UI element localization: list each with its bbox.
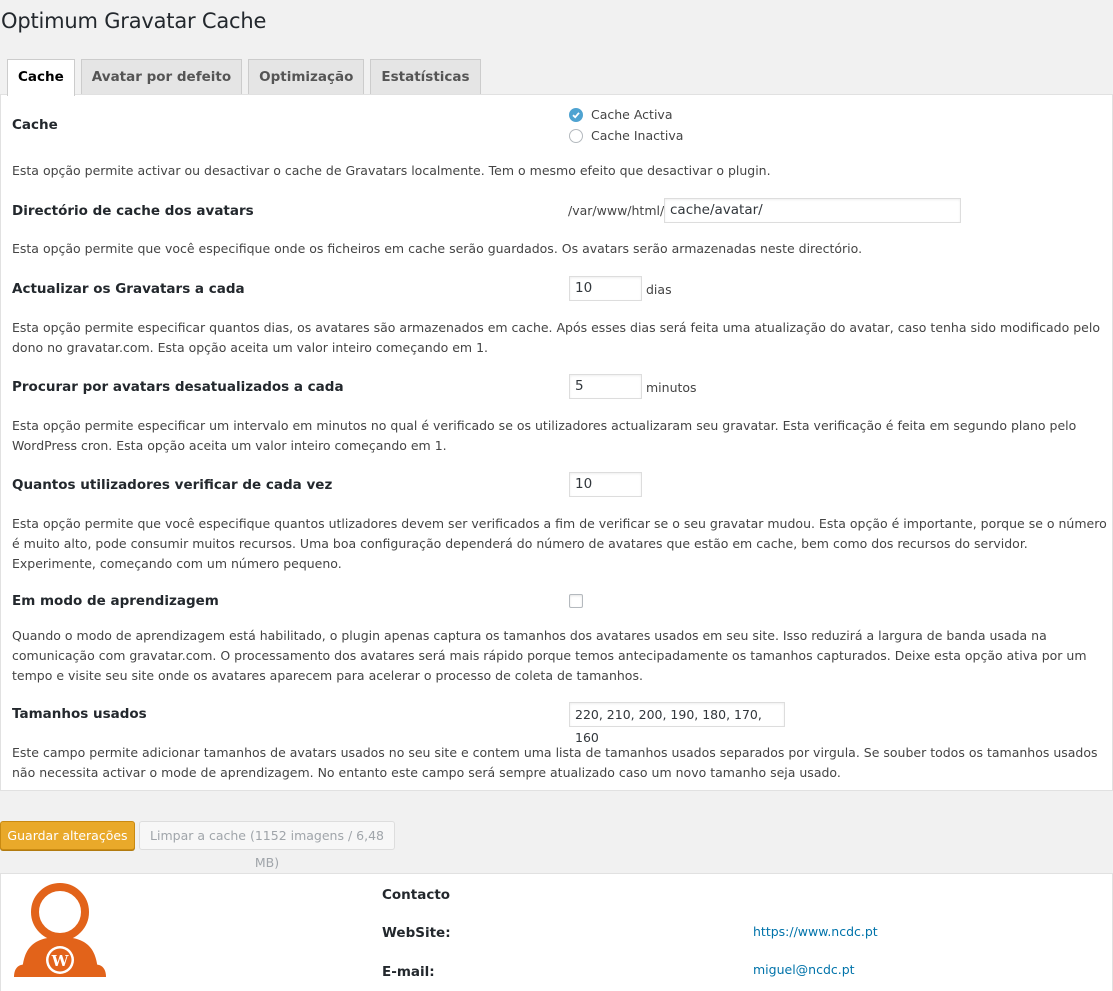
learning-mode-checkbox[interactable] bbox=[569, 594, 583, 608]
directory-description: Esta opção permite que você especifique … bbox=[12, 241, 863, 256]
clear-cache-button[interactable]: Limpar a cache (1152 imagens / 6,48 MB) bbox=[139, 821, 395, 870]
cache-active-label: Cache Activa bbox=[591, 107, 673, 122]
checkmark-icon bbox=[572, 111, 580, 118]
settings-panel: Cache Cache Activa Cache Inactiva Esta o… bbox=[0, 94, 1113, 791]
sizes-used-label: Tamanhos usados bbox=[12, 706, 147, 722]
cache-active-option[interactable]: Cache Activa bbox=[569, 107, 672, 122]
cache-label: Cache bbox=[12, 117, 58, 133]
check-interval-input[interactable]: 5 bbox=[569, 374, 642, 399]
contact-footer: W Contacto WebSite: https://www.ncdc.pt … bbox=[0, 873, 1113, 991]
email-label: E-mail: bbox=[382, 964, 435, 980]
cache-active-radio[interactable] bbox=[569, 107, 583, 122]
users-per-check-label: Quantos utilizadores verificar de cada v… bbox=[12, 477, 333, 493]
directory-input[interactable]: cache/avatar/ bbox=[664, 198, 961, 223]
cache-inactive-label: Cache Inactiva bbox=[591, 128, 684, 143]
svg-text:W: W bbox=[51, 952, 70, 970]
tab-bar: Cache Avatar por defeito Optimização Est… bbox=[7, 59, 487, 96]
users-per-check-description: Esta opção permite que você especifique … bbox=[12, 516, 1107, 571]
tab-avatar-default[interactable]: Avatar por defeito bbox=[80, 59, 243, 95]
check-interval-unit: minutos bbox=[646, 380, 697, 395]
cache-inactive-radio[interactable] bbox=[569, 128, 583, 143]
learning-mode-description: Quando o modo de aprendizagem está habil… bbox=[12, 628, 1087, 683]
update-interval-label: Actualizar os Gravatars a cada bbox=[12, 281, 245, 297]
check-interval-description: Esta opção permite especificar um interv… bbox=[12, 418, 1077, 453]
directory-label: Directório de cache dos avatars bbox=[12, 203, 254, 219]
users-per-check-input[interactable]: 10 bbox=[569, 472, 642, 497]
tab-cache[interactable]: Cache bbox=[7, 59, 75, 96]
sizes-used-description: Este campo permite adicionar tamanhos de… bbox=[12, 745, 1098, 780]
update-interval-unit: dias bbox=[646, 282, 672, 297]
contact-heading: Contacto bbox=[382, 887, 451, 903]
cache-description: Esta opção permite activar ou desactivar… bbox=[12, 163, 771, 178]
directory-prefix: /var/www/html/ bbox=[568, 203, 665, 218]
save-button[interactable]: Guardar alterações bbox=[0, 821, 135, 850]
sizes-used-input[interactable]: 220, 210, 200, 190, 180, 170, 160 bbox=[569, 702, 785, 745]
update-interval-input[interactable]: 10 bbox=[569, 276, 642, 301]
website-label: WebSite: bbox=[382, 925, 451, 941]
gravatar-wordpress-logo: W bbox=[14, 883, 106, 977]
page-title: Optimum Gravatar Cache bbox=[1, 9, 267, 33]
tab-statistics[interactable]: Estatísticas bbox=[370, 59, 481, 95]
update-interval-description: Esta opção permite especificar quantos d… bbox=[12, 320, 1100, 355]
tab-optimization[interactable]: Optimização bbox=[248, 59, 365, 95]
check-interval-label: Procurar por avatars desatualizados a ca… bbox=[12, 379, 344, 395]
learning-mode-label: Em modo de aprendizagem bbox=[12, 593, 219, 609]
website-link[interactable]: https://www.ncdc.pt bbox=[753, 924, 878, 939]
cache-inactive-option[interactable]: Cache Inactiva bbox=[569, 128, 683, 143]
email-link[interactable]: miguel@ncdc.pt bbox=[753, 962, 855, 977]
